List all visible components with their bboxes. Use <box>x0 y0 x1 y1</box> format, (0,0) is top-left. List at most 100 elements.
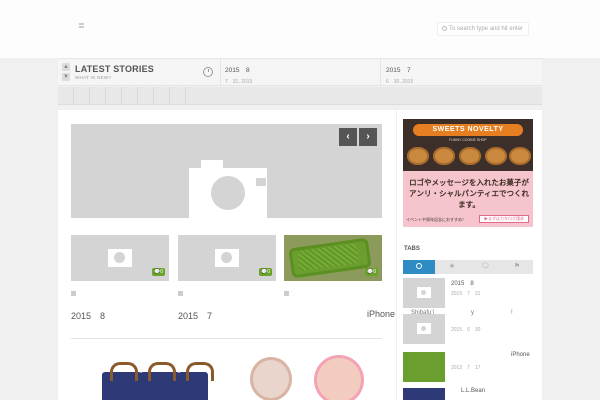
recent-post-title[interactable]: L.L.Bean <box>461 388 485 394</box>
recent-post-item[interactable]: 2015 8 2015 7 31 <box>403 278 533 308</box>
latest-stories-subtitle: WHAT IS NEW? <box>75 75 112 80</box>
ticker-title[interactable]: 2015 7 <box>386 64 536 74</box>
latest-stories-bar: ▲ ▼ LATEST STORIES WHAT IS NEW? 2015 8 7… <box>58 58 542 86</box>
site-logo[interactable]: ≣ <box>78 22 88 30</box>
recent-post-date: 2015 6 30 <box>451 327 481 333</box>
ticker-date: 6 30, 2015 <box>386 79 414 85</box>
camera-placeholder-icon <box>417 287 431 298</box>
nav-item[interactable] <box>138 87 154 105</box>
ticker-item[interactable]: 2015 8 7 31, 2015 <box>225 64 375 85</box>
recent-post-item[interactable]: L.L.Bean <box>403 388 533 400</box>
nav-item[interactable] <box>90 87 106 105</box>
sidebar: SWEETS NOVELTY FUNNY COOKIE SHOP ロゴやメッセー… <box>397 110 542 400</box>
section-divider <box>71 338 382 339</box>
camera-placeholder-icon <box>417 323 431 334</box>
category-nav <box>58 87 542 105</box>
search-icon <box>442 25 447 31</box>
ticker-date: 7 31, 2015 <box>225 79 253 85</box>
nav-item[interactable] <box>170 87 186 105</box>
nav-item[interactable] <box>122 87 138 105</box>
recent-post-item[interactable]: iPhone 2013 7 17 <box>403 352 533 382</box>
cookie-image <box>433 147 455 165</box>
recent-post-thumbnail[interactable] <box>403 278 445 308</box>
ad-footnote: イベントや周年記念におすすめ！ <box>406 217 466 222</box>
recent-post-title[interactable]: 2015 8 <box>451 278 474 287</box>
nav-item[interactable] <box>154 87 170 105</box>
camera-placeholder-icon <box>189 168 267 218</box>
post-thumbnail[interactable]: 💬0 <box>71 235 169 281</box>
search-placeholder: To search type and hit enter <box>449 26 524 32</box>
post-thumbnail[interactable] <box>96 353 236 400</box>
post-title[interactable]: 2015 7 <box>178 309 212 322</box>
nav-item[interactable] <box>58 87 74 105</box>
post-thumbnail[interactable]: 💬0 <box>284 235 382 281</box>
recent-post-thumbnail[interactable] <box>403 314 445 344</box>
slider-prev-button[interactable]: ‹ <box>339 128 357 146</box>
hover-caption: Shibafu’i <box>411 310 435 316</box>
figurine-image <box>250 357 292 400</box>
category-tag-text: · <box>291 289 293 295</box>
category-tag[interactable] <box>71 291 76 296</box>
story-down-arrow-icon[interactable]: ▼ <box>62 73 70 81</box>
ad-text: ロゴやメッセージを入れたお菓子がアンリ・シャルパンティエでつくれます。 <box>409 178 529 209</box>
tag-icon: ⚑ <box>513 263 521 270</box>
camera-placeholder-icon <box>215 249 239 267</box>
post-thumbnail[interactable]: 💬0 <box>178 235 276 281</box>
grass-phone-case-image <box>288 237 372 279</box>
tab-tags[interactable]: ⚑ <box>501 260 533 274</box>
clock-icon <box>203 67 213 77</box>
post-thumbnail[interactable] <box>244 353 384 400</box>
comment-count-badge: 💬0 <box>364 268 378 276</box>
ad-catalog-button[interactable]: ▶まずはカタログ請求 <box>479 215 529 223</box>
tabs-widget-title: TABS <box>404 246 420 252</box>
recent-post-thumbnail[interactable] <box>403 388 445 400</box>
nav-item[interactable] <box>106 87 122 105</box>
advertisement-banner[interactable]: SWEETS NOVELTY FUNNY COOKIE SHOP ロゴやメッセー… <box>403 119 533 227</box>
cookie-image <box>509 147 531 165</box>
ticker-divider <box>380 59 381 85</box>
ticker-title[interactable]: 2015 8 <box>225 64 375 74</box>
nav-item[interactable] <box>74 87 90 105</box>
latest-stories-title: LATEST STORIES <box>75 64 154 74</box>
category-tag[interactable] <box>178 291 183 296</box>
story-arrows: ▲ ▼ <box>62 63 70 81</box>
ad-header: SWEETS NOVELTY FUNNY COOKIE SHOP <box>403 119 533 171</box>
recent-post-item[interactable]: 2015 6 30 <box>403 314 533 344</box>
main-content: ‹ › 💬0 💬0 💬0 · 2015 8 2015 7 iPhone <box>58 110 396 400</box>
tote-bag-image <box>140 362 180 400</box>
ad-logo: SWEETS NOVELTY <box>413 124 523 136</box>
recent-post-date: 2013 7 17 <box>451 365 481 371</box>
ticker-divider <box>220 59 221 85</box>
site-header: ≣ To search type and hit enter <box>0 0 600 58</box>
story-up-arrow-icon[interactable]: ▲ <box>62 63 70 71</box>
featured-slider[interactable]: ‹ › <box>71 124 382 218</box>
hover-caption: ! <box>511 310 513 316</box>
star-icon: ★ <box>448 263 456 270</box>
tab-recent[interactable] <box>403 260 435 274</box>
clock-icon <box>416 263 422 270</box>
comment-count-badge: 💬0 <box>258 268 272 276</box>
ad-shop-name: FUNNY COOKIE SHOP <box>449 138 487 142</box>
recent-post-thumbnail[interactable] <box>403 352 445 382</box>
tote-bag-image <box>178 362 214 400</box>
camera-placeholder-icon <box>108 249 132 267</box>
category-tag[interactable] <box>284 291 289 296</box>
cookie-image <box>485 147 507 165</box>
hover-caption: y <box>471 310 474 316</box>
tote-bag-image <box>102 362 142 400</box>
recent-post-date: 2015 7 31 <box>451 291 481 297</box>
tabs-bar: ★ 🗨 ⚑ <box>403 260 533 274</box>
recent-post-title[interactable]: iPhone <box>511 352 530 358</box>
post-title[interactable]: iPhone <box>367 309 395 319</box>
ticker-item[interactable]: 2015 7 6 30, 2015 <box>386 64 536 85</box>
tab-comments[interactable]: 🗨 <box>469 260 501 274</box>
search-input[interactable]: To search type and hit enter <box>437 22 529 36</box>
comment-count-badge: 💬0 <box>151 268 165 276</box>
tab-popular[interactable]: ★ <box>436 260 468 274</box>
figurine-image <box>314 355 364 400</box>
cookie-image <box>459 147 481 165</box>
cookie-image <box>407 147 429 165</box>
comments-icon: 🗨 <box>480 263 490 270</box>
slider-next-button[interactable]: › <box>359 128 377 146</box>
post-title[interactable]: 2015 8 <box>71 309 105 322</box>
